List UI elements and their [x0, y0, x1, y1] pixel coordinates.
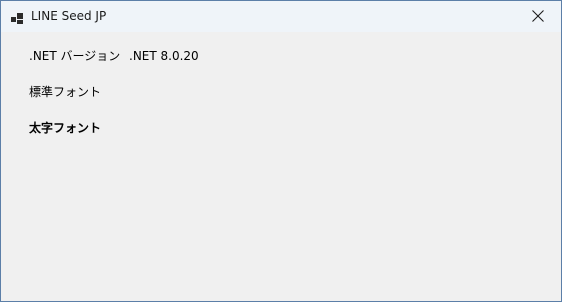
client-area: .NET バージョン .NET 8.0.20 標準フォント 太字フォント	[1, 32, 561, 301]
net-version-label: .NET バージョン	[29, 49, 121, 63]
window-title: LINE Seed JP	[31, 9, 107, 23]
net-version-value: .NET 8.0.20	[129, 49, 199, 63]
app-window-icon	[11, 10, 23, 24]
regular-font-label: 標準フォント	[29, 85, 102, 99]
bold-font-label: 太字フォント	[29, 121, 102, 135]
title-bar[interactable]: LINE Seed JP	[1, 1, 561, 32]
app-window: LINE Seed JP .NET バージョン .NET 8.0.20 標準フォ…	[0, 0, 562, 302]
close-button[interactable]	[515, 1, 561, 32]
close-icon	[532, 10, 544, 22]
